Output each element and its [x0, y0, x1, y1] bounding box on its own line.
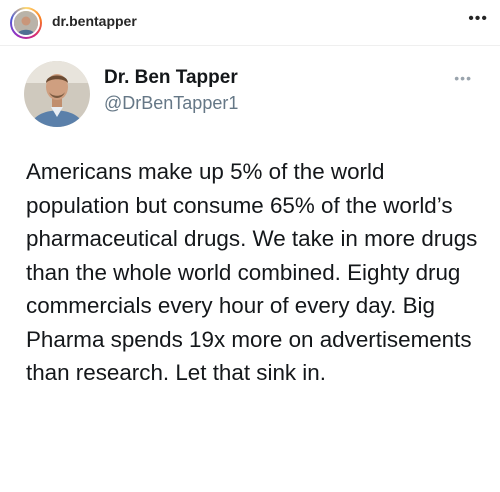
post-header: dr.bentapper ••• — [0, 0, 500, 46]
tweet-display-name: Dr. Ben Tapper — [104, 67, 238, 88]
tweet-text: Americans make up 5% of the world popula… — [26, 159, 478, 385]
tweet-avatar — [24, 61, 90, 127]
tweet-card: Dr. Ben Tapper @DrBenTapper1 ••• America… — [0, 47, 500, 492]
more-options-icon[interactable]: ••• — [468, 11, 488, 27]
post-username[interactable]: dr.bentapper — [52, 13, 137, 29]
tweet-more-icon: ••• — [454, 70, 472, 86]
profile-avatar[interactable] — [10, 7, 42, 39]
tweet-handle: @DrBenTapper1 — [104, 93, 239, 113]
avatar-image — [12, 9, 40, 37]
